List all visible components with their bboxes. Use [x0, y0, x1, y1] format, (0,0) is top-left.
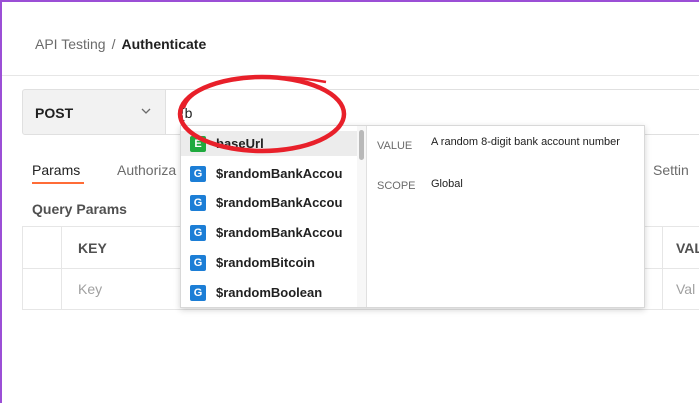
detail-value-text: A random 8-digit bank account number — [431, 136, 620, 148]
breadcrumb-collection[interactable]: API Testing — [35, 36, 106, 52]
suggestion-item[interactable]: E baseUrl — [181, 131, 357, 156]
suggestion-label: $randomBankAccou — [216, 195, 343, 210]
suggestion-item[interactable]: G $randomBankAccou — [181, 161, 357, 186]
variable-autocomplete: E baseUrl G $randomBankAccou G $randomBa… — [180, 125, 645, 308]
suggestion-item[interactable]: G $randomBankAccou — [181, 220, 357, 245]
suggestion-label: $randomBoolean — [216, 285, 323, 300]
environment-badge-icon: E — [190, 136, 206, 152]
key-input[interactable]: Key — [78, 281, 102, 297]
suggestion-item[interactable]: G $randomBitcoin — [181, 250, 357, 275]
method-label: POST — [35, 105, 74, 121]
suggestion-scrollbar[interactable] — [357, 126, 366, 307]
global-badge-icon: G — [190, 225, 206, 241]
suggestion-label: $randomBankAccou — [216, 166, 343, 181]
suggestion-item[interactable]: G $randomBoolean — [181, 280, 357, 305]
url-value: {b — [180, 105, 193, 121]
value-input[interactable]: Val — [676, 281, 695, 297]
suggestion-label: $randomBitcoin — [216, 255, 315, 270]
chevron-down-icon — [141, 103, 151, 119]
table-col-divider — [662, 226, 663, 310]
tab-authorization[interactable]: Authoriza — [117, 162, 176, 178]
method-select[interactable]: POST — [22, 89, 166, 135]
detail-scope-key: SCOPE — [377, 180, 416, 192]
tab-settings[interactable]: Settin — [653, 162, 689, 178]
suggestion-label: baseUrl — [216, 136, 264, 151]
breadcrumb-separator: / — [111, 36, 116, 52]
global-badge-icon: G — [190, 285, 206, 301]
scrollbar-thumb[interactable] — [359, 130, 364, 160]
detail-value-key: VALUE — [377, 140, 413, 152]
tab-params[interactable]: Params — [32, 162, 80, 178]
detail-scope-text: Global — [431, 178, 463, 190]
active-tab-indicator — [32, 182, 84, 184]
query-params-label: Query Params — [32, 201, 127, 217]
table-left-border — [22, 226, 23, 310]
global-badge-icon: G — [190, 195, 206, 211]
header-divider — [2, 75, 699, 76]
variable-detail-panel: VALUE A random 8-digit bank account numb… — [366, 126, 644, 307]
suggestion-list: E baseUrl G $randomBankAccou G $randomBa… — [181, 126, 366, 307]
column-header-key: KEY — [78, 240, 107, 256]
request-name[interactable]: Authenticate — [121, 36, 206, 52]
table-col-divider — [61, 226, 62, 310]
column-header-value: VAL — [676, 240, 699, 256]
global-badge-icon: G — [190, 166, 206, 182]
global-badge-icon: G — [190, 255, 206, 271]
breadcrumb: API Testing / Authenticate — [35, 36, 206, 52]
suggestion-label: $randomBankAccou — [216, 225, 343, 240]
suggestion-item[interactable]: G $randomBankAccou — [181, 190, 357, 215]
table-row-border — [22, 309, 699, 310]
